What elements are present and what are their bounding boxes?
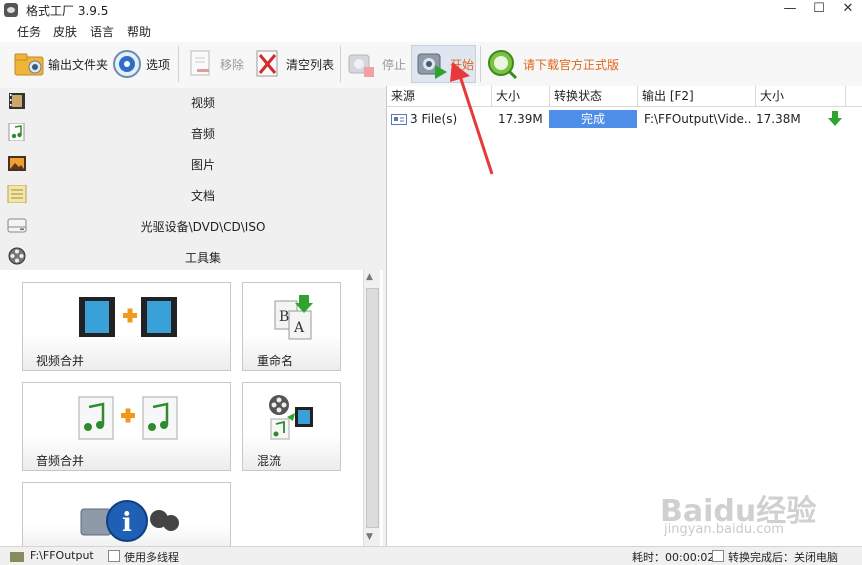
- menu-help[interactable]: 帮助: [127, 23, 151, 40]
- tool-label: 重命名: [257, 354, 294, 368]
- tools-scrollbar[interactable]: ▲ ▼: [363, 270, 380, 546]
- tools-panel: 视频合并 B A 重命名 音频合并 混流 i: [0, 270, 383, 553]
- status-bar: F:\FFOutput 使用多线程 耗时：00:00:02 转换完成后：关闭电脑: [0, 546, 862, 564]
- category-label: 工具集: [184, 251, 221, 265]
- category-video[interactable]: 视频: [0, 86, 386, 117]
- tool-audio-merge[interactable]: 音频合并: [22, 382, 231, 471]
- folder-icon: [14, 53, 44, 76]
- category-toolset[interactable]: 工具集: [0, 241, 386, 272]
- download-official-label: 请下载官方正式版: [523, 58, 620, 72]
- tool-label: 视频合并: [36, 354, 85, 368]
- category-label: 图片: [190, 158, 215, 172]
- row-output: F:\FFOutput\Vide...: [644, 112, 752, 126]
- output-folder-button[interactable]: 输出文件夹: [14, 48, 108, 80]
- stop-icon: [348, 54, 374, 77]
- app-logo-icon: [4, 3, 18, 17]
- category-label: 视频: [190, 96, 215, 110]
- stop-label: 停止: [382, 58, 407, 72]
- status-badge: 完成: [549, 110, 637, 128]
- scrollbar-thumb[interactable]: [366, 288, 379, 528]
- window-title: 格式工厂 3.9.5: [26, 4, 109, 18]
- toolbar-divider: [340, 46, 341, 82]
- options-button[interactable]: 选项: [112, 48, 174, 80]
- category-optical-disc[interactable]: 光驱设备\DVD\CD\ISO: [0, 210, 386, 241]
- file-list-icon: [391, 114, 407, 125]
- remove-label: 移除: [220, 58, 245, 72]
- tool-mux[interactable]: 混流: [242, 382, 341, 471]
- stop-button[interactable]: 停止: [346, 48, 408, 80]
- svg-text:A: A: [293, 320, 305, 336]
- video-merge-icon: [79, 297, 177, 337]
- category-label: 文档: [190, 189, 215, 203]
- tool-video-merge[interactable]: 视频合并: [22, 282, 231, 371]
- scroll-down-arrow-icon[interactable]: ▼: [366, 532, 373, 542]
- baidu-watermark: Baidu经验 jingyan.baidu.com: [660, 470, 850, 540]
- after-done-label: 转换完成后：关闭电脑: [728, 551, 838, 564]
- category-image[interactable]: 图片: [0, 148, 386, 179]
- clear-list-icon: [256, 50, 278, 77]
- folder-icon: [10, 552, 24, 562]
- tool-rename[interactable]: B A 重命名: [242, 282, 341, 371]
- info-icon: i: [80, 500, 179, 542]
- close-button[interactable]: ✕: [830, 0, 862, 20]
- category-label: 光驱设备\DVD\CD\ISO: [140, 220, 266, 234]
- tool-label: 混流: [257, 454, 282, 468]
- toolbar-divider: [178, 46, 179, 82]
- mux-icon: [269, 395, 313, 440]
- remove-button[interactable]: 移除: [188, 48, 246, 80]
- column-header-output-size[interactable]: 大小: [756, 86, 846, 107]
- tool-label: 音频合并: [36, 454, 85, 468]
- column-header-filler: [846, 86, 862, 107]
- watermark-url: jingyan.baidu.com: [664, 522, 784, 537]
- title-bar: 格式工厂 3.9.5 — ☐ ✕: [0, 0, 862, 20]
- gear-icon: [113, 50, 141, 78]
- multithread-checkbox[interactable]: [108, 550, 120, 562]
- download-arrow-icon: [828, 111, 842, 126]
- clear-list-label: 清空列表: [286, 58, 335, 72]
- column-header-status[interactable]: 转换状态: [550, 86, 638, 107]
- category-label: 音频: [190, 127, 215, 141]
- annotation-arrow-icon: [450, 62, 494, 175]
- after-done-checkbox[interactable]: [712, 550, 724, 562]
- clear-list-button[interactable]: 清空列表: [254, 48, 336, 80]
- svg-text:B: B: [279, 309, 289, 325]
- scroll-up-arrow-icon[interactable]: ▲: [366, 272, 373, 282]
- column-header-output[interactable]: 输出 [F2]: [638, 86, 756, 107]
- category-document[interactable]: 文档: [0, 179, 386, 210]
- output-path: F:\FFOutput: [30, 549, 94, 562]
- category-audio[interactable]: 音频: [0, 117, 386, 148]
- tool-media-info[interactable]: i: [22, 482, 231, 553]
- output-folder-label: 输出文件夹: [48, 58, 109, 72]
- row-output-size: 17.38M: [756, 112, 801, 126]
- menu-skin[interactable]: 皮肤: [53, 23, 77, 40]
- multithread-label: 使用多线程: [124, 551, 179, 564]
- rename-icon: B A: [274, 295, 313, 340]
- options-label: 选项: [146, 58, 171, 72]
- menu-language[interactable]: 语言: [90, 23, 114, 40]
- menu-task[interactable]: 任务: [17, 23, 41, 40]
- document-remove-icon: [190, 50, 210, 76]
- elapsed-time: 耗时：00:00:02: [632, 551, 715, 564]
- audio-merge-icon: [78, 396, 178, 440]
- svg-text:i: i: [122, 508, 132, 538]
